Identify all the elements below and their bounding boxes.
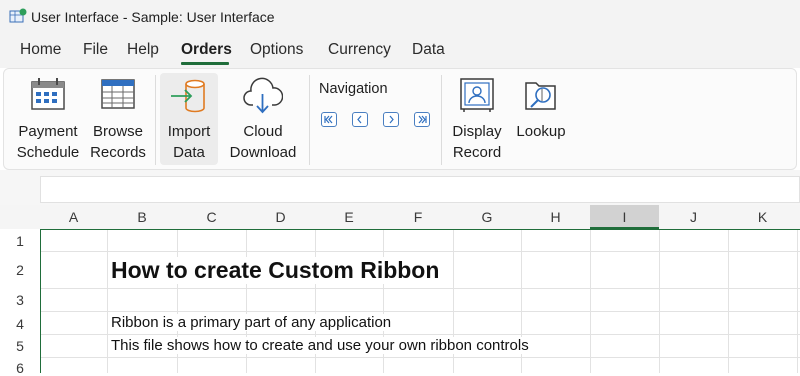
display-record-label: Display Record: [447, 121, 507, 163]
column-header-g[interactable]: G: [453, 205, 521, 229]
cloud-download-icon: [243, 77, 283, 114]
display-record-button[interactable]: Display Record: [447, 69, 507, 169]
tab-help[interactable]: Help: [127, 41, 159, 59]
cloud-download-button[interactable]: Cloud Download: [224, 69, 302, 169]
navigation-group-title: Navigation: [319, 81, 388, 97]
last-record-button[interactable]: [414, 112, 430, 127]
previous-record-button[interactable]: [352, 112, 368, 127]
cell-b2-title[interactable]: How to create Custom Ribbon: [111, 257, 442, 284]
sheet-app-icon: [9, 8, 27, 23]
browse-records-label: Browse Records: [87, 121, 149, 163]
column-headers: A B C D E F G H I J K: [0, 205, 800, 229]
column-header-j[interactable]: J: [659, 205, 728, 229]
label-line: Records: [90, 144, 146, 161]
ribbon-separator: [155, 75, 156, 165]
column-header-f[interactable]: F: [383, 205, 453, 229]
contact-card-icon: [460, 78, 494, 112]
lookup-label: Lookup: [510, 121, 572, 142]
cell-b4[interactable]: Ribbon is a primary part of any applicat…: [111, 314, 394, 331]
label-line: Lookup: [516, 123, 566, 140]
grid-line: [40, 311, 800, 312]
import-data-label: Import Data: [160, 121, 218, 163]
label-line: Cloud: [243, 123, 283, 140]
previous-icon: [357, 115, 362, 124]
tab-orders[interactable]: Orders: [181, 41, 232, 59]
browse-records-button[interactable]: Browse Records: [87, 69, 149, 169]
ribbon-separator: [441, 75, 442, 165]
label-line: Record: [452, 144, 502, 161]
grid-line: [40, 288, 800, 289]
import-data-button[interactable]: Import Data: [160, 73, 218, 165]
row-header-6[interactable]: 6: [0, 360, 40, 376]
row-header-1[interactable]: 1: [0, 233, 40, 249]
last-icon: [418, 115, 427, 124]
tab-file[interactable]: File: [83, 41, 108, 59]
grid-line: [40, 334, 800, 335]
first-icon: [324, 115, 333, 124]
label-line: Import: [167, 123, 211, 140]
label-line: Display: [452, 123, 502, 140]
formula-bar[interactable]: [40, 176, 800, 203]
label-line: Payment: [18, 123, 78, 140]
tab-currency[interactable]: Currency: [328, 41, 391, 59]
lookup-button[interactable]: Lookup: [510, 69, 572, 169]
row-header-5[interactable]: 5: [0, 338, 40, 354]
label-line: Schedule: [16, 144, 80, 161]
label-line: Download: [229, 144, 297, 161]
next-record-button[interactable]: [383, 112, 399, 127]
column-header-h[interactable]: H: [521, 205, 590, 229]
cloud-download-label: Cloud Download: [224, 121, 302, 163]
window-title: User Interface - Sample: User Interface: [31, 9, 275, 25]
grid-border: [40, 229, 800, 230]
tab-data[interactable]: Data: [412, 41, 445, 59]
next-icon: [389, 115, 394, 124]
column-header-i[interactable]: I: [590, 205, 659, 229]
tab-home[interactable]: Home: [20, 41, 61, 59]
payment-schedule-label: Payment Schedule: [10, 121, 86, 163]
cell-b5[interactable]: This file shows how to create and use yo…: [111, 337, 531, 354]
column-header-e[interactable]: E: [315, 205, 383, 229]
folder-search-icon: [525, 82, 556, 110]
title-bar: User Interface - Sample: User Interface: [0, 0, 800, 36]
column-header-b[interactable]: B: [107, 205, 177, 229]
grid-line: [40, 251, 800, 252]
ribbon: Payment Schedule Browse Records Import D…: [3, 68, 797, 170]
row-header-4[interactable]: 4: [0, 316, 40, 332]
table-icon: [101, 79, 135, 109]
tab-options[interactable]: Options: [250, 41, 303, 59]
label-line: Data: [173, 144, 205, 161]
ribbon-separator: [309, 75, 310, 165]
column-header-a[interactable]: A: [40, 205, 107, 229]
row-header-3[interactable]: 3: [0, 292, 40, 308]
column-header-k[interactable]: K: [728, 205, 797, 229]
menu-bar: Home File Help Orders Options Currency D…: [0, 36, 800, 68]
column-header-c[interactable]: C: [177, 205, 246, 229]
first-record-button[interactable]: [321, 112, 337, 127]
row-header-2[interactable]: 2: [0, 262, 40, 278]
payment-schedule-button[interactable]: Payment Schedule: [10, 69, 86, 169]
grid-line: [40, 357, 800, 358]
column-header-d[interactable]: D: [246, 205, 315, 229]
grid-border: [40, 229, 41, 373]
active-tab-indicator: [181, 62, 229, 65]
database-import-icon: [171, 79, 205, 113]
calendar-icon: [31, 78, 65, 110]
label-line: Browse: [92, 123, 144, 140]
